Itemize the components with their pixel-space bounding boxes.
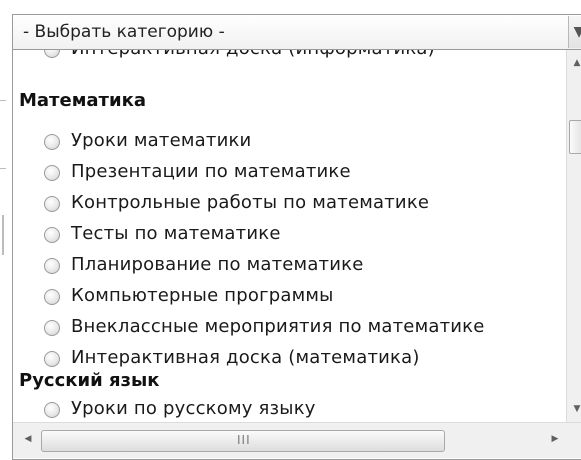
radio-icon[interactable] <box>44 351 60 367</box>
scroll-down-icon[interactable]: ▼ <box>569 400 581 418</box>
grip-icon: III <box>237 433 251 447</box>
list-item[interactable]: Контрольные работы по математике <box>13 191 566 221</box>
scroll-up-icon[interactable]: ▲ <box>569 54 581 72</box>
group-header: Математика <box>19 90 146 111</box>
radio-icon[interactable] <box>44 227 60 243</box>
category-select[interactable]: - Выбрать категорию - ▼ <box>12 14 581 50</box>
list-item[interactable]: Уроки математики <box>13 129 566 159</box>
horizontal-scrollbar[interactable]: ◀ III ▶ <box>13 422 581 458</box>
horizontal-scroll-thumb[interactable]: III <box>41 430 445 452</box>
list-item[interactable]: Тесты по математике <box>13 222 566 252</box>
list-item[interactable]: Интерактивная доска (информатика) <box>13 50 566 67</box>
vertical-scrollbar[interactable]: ▲ ▼ <box>566 50 581 422</box>
radio-icon[interactable] <box>44 165 60 181</box>
radio-icon[interactable] <box>44 134 60 150</box>
category-select-value: - Выбрать категорию - <box>23 22 225 42</box>
vertical-scroll-thumb[interactable] <box>569 120 581 154</box>
radio-icon[interactable] <box>44 320 60 336</box>
group-header: Русский язык <box>19 370 160 391</box>
list-item[interactable]: Планирование по математике <box>13 253 566 283</box>
radio-icon[interactable] <box>44 258 60 274</box>
radio-icon[interactable] <box>44 50 60 58</box>
scroll-right-icon[interactable]: ▶ <box>546 430 564 448</box>
list-item[interactable]: Компьютерные программы <box>13 284 566 314</box>
listbox-content: Интерактивная доска (информатика) Матема… <box>13 50 566 422</box>
category-listbox[interactable]: Интерактивная доска (информатика) Матема… <box>12 50 581 460</box>
radio-icon[interactable] <box>44 402 60 418</box>
scroll-left-icon[interactable]: ◀ <box>19 430 37 448</box>
radio-icon[interactable] <box>44 289 60 305</box>
list-item[interactable]: Внеклассные мероприятия по математике <box>13 315 566 345</box>
list-item[interactable]: Уроки по русскому языку <box>13 397 566 422</box>
list-item[interactable]: Презентации по математике <box>13 160 566 190</box>
chevron-down-icon[interactable]: ▼ <box>568 16 581 48</box>
radio-icon[interactable] <box>44 196 60 212</box>
